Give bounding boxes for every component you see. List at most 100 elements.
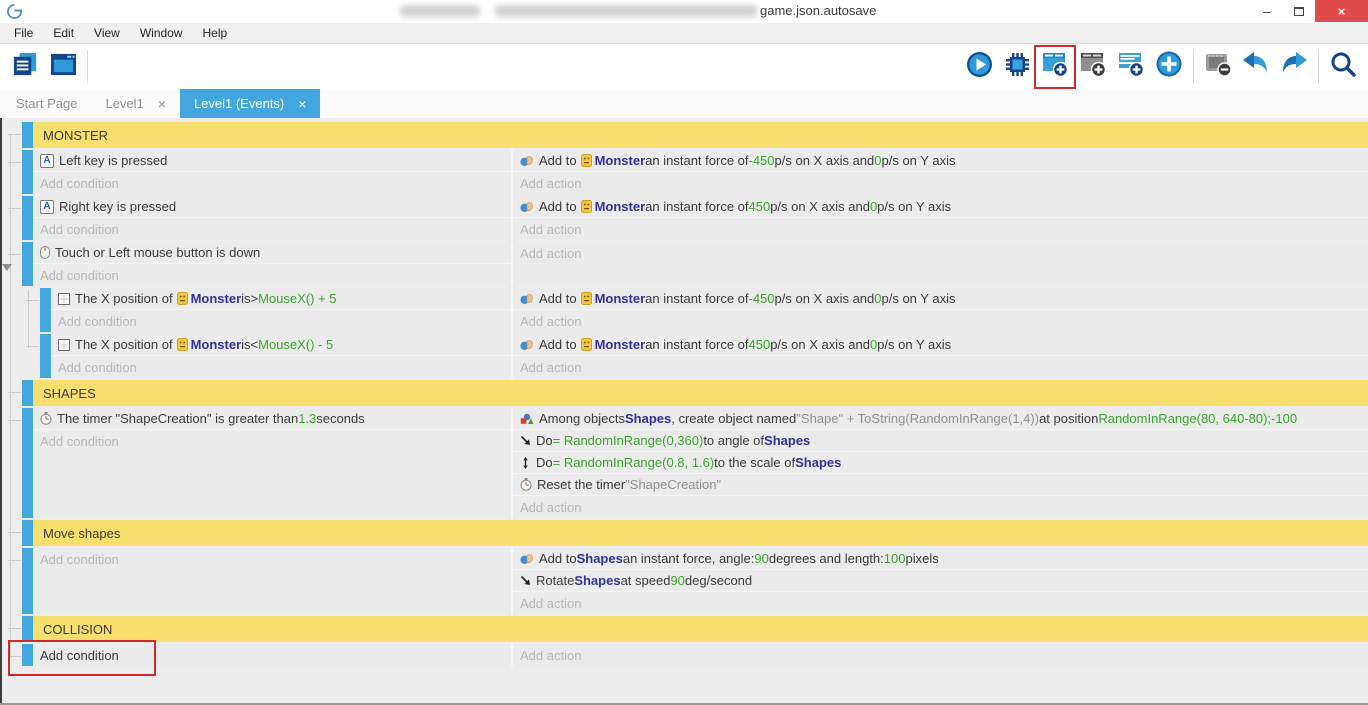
redo-button[interactable] bbox=[1275, 47, 1313, 87]
event-group-header[interactable]: Move shapes bbox=[22, 520, 1368, 546]
event-body: The timer "ShapeCreation" is greater tha… bbox=[33, 408, 1368, 518]
action[interactable]: Do = RandomInRange(0,360) to angle of Sh… bbox=[513, 430, 1368, 452]
event-body: ALeft key is pressedAdd conditionAdd to … bbox=[33, 150, 1368, 194]
condition[interactable]: ARight key is pressed bbox=[33, 196, 511, 218]
scene-editor-button[interactable] bbox=[44, 47, 82, 87]
add-event-button[interactable] bbox=[1036, 47, 1074, 87]
action[interactable]: Add to Monster an instant force of -450 … bbox=[513, 150, 1368, 172]
monster-icon bbox=[581, 292, 592, 305]
event-row: The X position of Monster is > MouseX() … bbox=[40, 288, 1368, 332]
close-button[interactable]: × bbox=[1315, 0, 1368, 22]
delete-event-button[interactable] bbox=[1199, 47, 1237, 87]
play-icon bbox=[966, 51, 993, 83]
tab-label: Level1 (Events) bbox=[194, 96, 284, 111]
tab-start-page[interactable]: Start Page bbox=[2, 89, 91, 118]
monster-icon bbox=[177, 292, 188, 305]
add-condition-button[interactable]: Add condition bbox=[33, 644, 511, 666]
tab-close-icon[interactable]: × bbox=[298, 96, 306, 112]
conditions-cell: Add condition bbox=[33, 548, 511, 614]
action[interactable]: Add to Monster an instant force of 450 p… bbox=[513, 196, 1368, 218]
condition[interactable]: The X position of Monster is > MouseX() … bbox=[51, 288, 511, 310]
add-condition-button[interactable]: Add condition bbox=[51, 310, 511, 332]
event-row: The X position of Monster is < MouseX() … bbox=[40, 334, 1368, 378]
text-segment: MouseX() - 5 bbox=[258, 337, 333, 352]
add-action-button[interactable]: Add action bbox=[513, 218, 1368, 240]
menu-window[interactable]: Window bbox=[130, 23, 193, 43]
event-bar[interactable] bbox=[40, 334, 51, 378]
search-button[interactable] bbox=[1324, 47, 1362, 87]
event-body: ARight key is pressedAdd conditionAdd to… bbox=[33, 196, 1368, 240]
action[interactable]: Do = RandomInRange(0.8, 1.6) to the scal… bbox=[513, 452, 1368, 474]
fold-toggle-icon[interactable] bbox=[2, 264, 12, 271]
undo-button[interactable] bbox=[1237, 47, 1275, 87]
text-segment: Add to bbox=[539, 291, 577, 306]
redacted-title-text bbox=[400, 5, 480, 17]
add-action-button[interactable]: Add action bbox=[513, 496, 1368, 518]
event-bar[interactable] bbox=[22, 548, 33, 614]
action[interactable]: Among objects Shapes, create object name… bbox=[513, 408, 1368, 430]
text-segment: 1.3 bbox=[298, 411, 316, 426]
text-segment: Monster bbox=[191, 291, 242, 306]
project-manager-button[interactable] bbox=[6, 47, 44, 87]
event-bar[interactable] bbox=[22, 196, 33, 240]
play-button[interactable] bbox=[960, 47, 998, 87]
add-condition-button[interactable]: Add condition bbox=[51, 356, 511, 378]
add-condition-button[interactable]: Add condition bbox=[33, 172, 511, 194]
add-other-event-button[interactable] bbox=[1150, 47, 1188, 87]
add-action-button[interactable]: Add action bbox=[513, 644, 1368, 666]
condition[interactable]: The timer "ShapeCreation" is greater tha… bbox=[33, 408, 511, 430]
event-bar[interactable] bbox=[22, 150, 33, 194]
condition[interactable]: The X position of Monster is < MouseX() … bbox=[51, 334, 511, 356]
toolbar bbox=[0, 44, 1368, 89]
menu-file[interactable]: File bbox=[4, 23, 43, 43]
event-bar[interactable] bbox=[40, 288, 51, 332]
add-action-button[interactable]: Add action bbox=[513, 310, 1368, 332]
conditions-cell: ARight key is pressedAdd condition bbox=[33, 196, 511, 240]
text-segment: Do bbox=[536, 455, 553, 470]
add-condition-button[interactable]: Add condition bbox=[33, 548, 511, 570]
maximize-button[interactable] bbox=[1284, 0, 1314, 22]
scene-editor-icon bbox=[49, 52, 78, 82]
add-condition-button[interactable]: Add condition bbox=[33, 430, 511, 452]
debug-button[interactable] bbox=[998, 47, 1036, 87]
add-action-button[interactable]: Add action bbox=[513, 242, 1368, 264]
action[interactable]: Add to Monster an instant force of 450 p… bbox=[513, 334, 1368, 356]
tab-level1[interactable]: Level1× bbox=[91, 89, 180, 118]
event-bar[interactable] bbox=[22, 242, 33, 286]
action[interactable]: Rotate Shapes at speed 90deg/second bbox=[513, 570, 1368, 592]
action[interactable]: Reset the timer "ShapeCreation" bbox=[513, 474, 1368, 496]
menu-view[interactable]: View bbox=[84, 23, 130, 43]
create-icon bbox=[520, 413, 534, 425]
add-condition-button[interactable]: Add condition bbox=[33, 264, 511, 286]
add-action-button[interactable]: Add action bbox=[513, 356, 1368, 378]
condition[interactable]: Touch or Left mouse button is down bbox=[33, 242, 511, 264]
condition[interactable]: ALeft key is pressed bbox=[33, 150, 511, 172]
add-condition-button[interactable]: Add condition bbox=[33, 218, 511, 240]
event-row: Add conditionAdd action bbox=[22, 644, 1368, 666]
add-action-button[interactable]: Add action bbox=[513, 172, 1368, 194]
event-bar[interactable] bbox=[22, 644, 33, 666]
position-icon bbox=[58, 339, 70, 351]
action[interactable]: Add to Shapes an instant force, angle: 9… bbox=[513, 548, 1368, 570]
action[interactable]: Add to Monster an instant force of -450 … bbox=[513, 288, 1368, 310]
add-subevent-button[interactable] bbox=[1074, 47, 1112, 87]
event-group-header[interactable]: SHAPES bbox=[22, 380, 1368, 406]
event-group-header[interactable]: MONSTER bbox=[22, 122, 1368, 148]
minimize-button[interactable]: – bbox=[1252, 0, 1282, 22]
text-segment: Reset the timer bbox=[537, 477, 625, 492]
event-group-bar bbox=[22, 616, 33, 642]
debug-icon bbox=[1004, 51, 1031, 83]
add-action-button[interactable]: Add action bbox=[513, 592, 1368, 614]
tab-close-icon[interactable]: × bbox=[158, 96, 166, 112]
menu-edit[interactable]: Edit bbox=[43, 23, 84, 43]
menu-help[interactable]: Help bbox=[193, 23, 238, 43]
add-comment-button[interactable] bbox=[1112, 47, 1150, 87]
text-segment: Monster bbox=[191, 337, 242, 352]
event-group-header[interactable]: COLLISION bbox=[22, 616, 1368, 642]
text-segment: p/s on Y axis bbox=[877, 199, 951, 214]
monster-icon bbox=[581, 154, 592, 167]
event-bar[interactable] bbox=[22, 408, 33, 518]
text-segment: an instant force of bbox=[645, 199, 748, 214]
tab-level1-events-[interactable]: Level1 (Events) × bbox=[180, 89, 321, 118]
conditions-cell: Touch or Left mouse button is downAdd co… bbox=[33, 242, 511, 286]
